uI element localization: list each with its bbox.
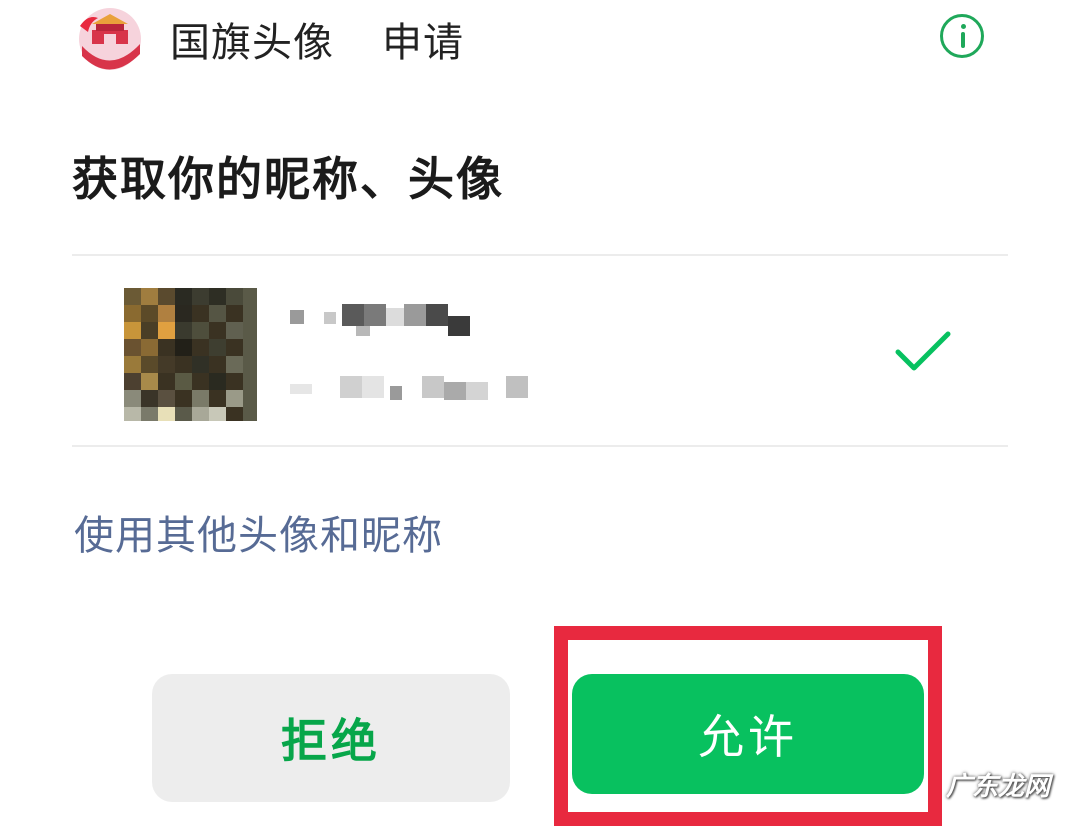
divider-bottom: [72, 445, 1008, 447]
nickname-redacted: [290, 304, 470, 336]
pixelated-avatar: [124, 288, 257, 421]
info-icon[interactable]: [940, 14, 984, 58]
account-info-redacted: [290, 376, 528, 400]
header: 国旗头像 申请: [0, 0, 1080, 80]
checkmark-icon: [895, 331, 951, 371]
app-logo-icon: [79, 8, 141, 70]
permission-title: 获取你的昵称、头像: [72, 152, 504, 206]
allow-button[interactable]: 允许: [572, 674, 924, 794]
use-other-avatar-link[interactable]: 使用其他头像和昵称: [74, 503, 443, 561]
reject-button[interactable]: 拒绝: [152, 674, 510, 802]
account-option[interactable]: [72, 256, 1008, 444]
app-name: 国旗头像: [170, 20, 334, 66]
request-label: 申请: [382, 20, 464, 66]
watermark: 广东龙网: [946, 772, 1051, 802]
